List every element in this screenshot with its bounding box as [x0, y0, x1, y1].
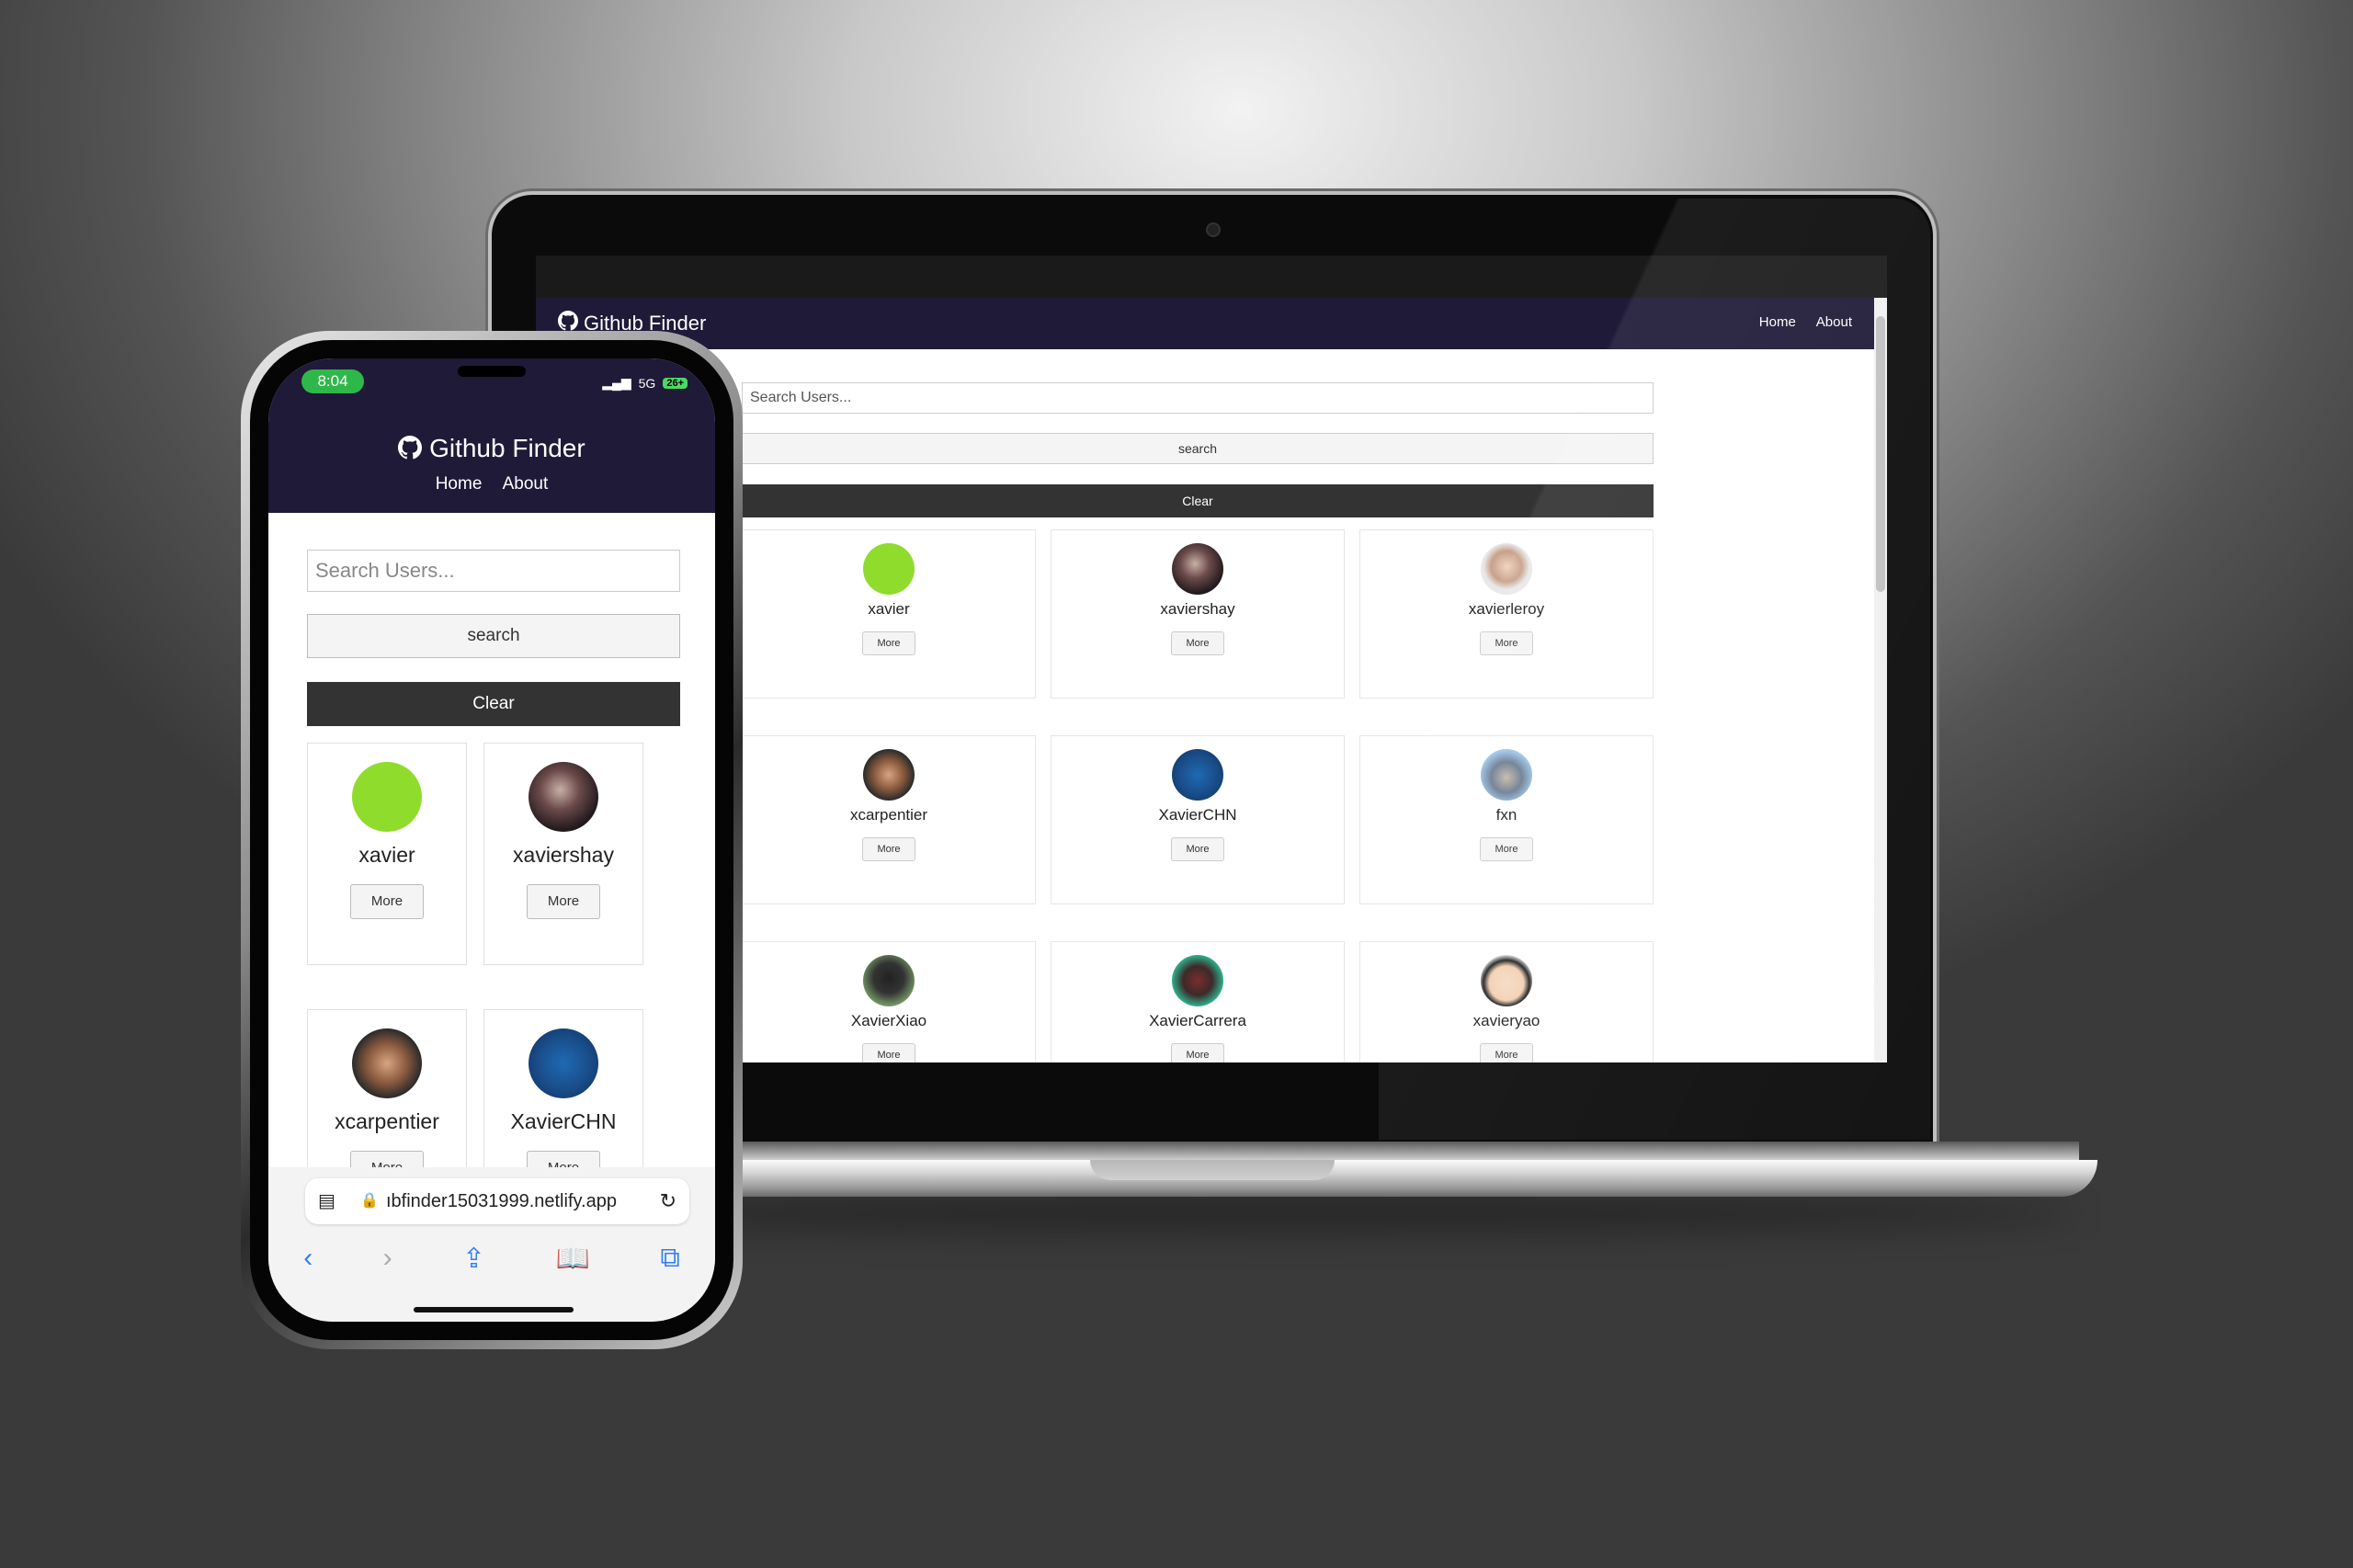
user-login: XavierCarrera [1149, 1012, 1246, 1029]
user-login: fxn [1495, 806, 1518, 824]
nav-home-link[interactable]: Home [1759, 314, 1796, 330]
more-button[interactable]: More [1171, 1043, 1224, 1062]
nav-about-link[interactable]: About [1816, 314, 1852, 330]
user-card: fxn More [1359, 735, 1654, 904]
user-login: XavierXiao [850, 1012, 927, 1029]
avatar [1481, 955, 1532, 1006]
tabs-overview-icon[interactable]: ▤ [318, 1178, 335, 1224]
avatar [1172, 955, 1223, 1006]
user-card: XavierCarrera More [1051, 941, 1345, 1062]
avatar [352, 762, 422, 832]
safari-toolbar: ▤ 🔒 ıbfinder15031999.netlify.app ↻ ‹ › ⇪… [268, 1167, 715, 1322]
user-card: xavier More [742, 529, 1036, 699]
home-indicator [414, 1307, 574, 1312]
phone-screen: 8:04 ▂▄▆ 5G 26+ Github Finder Home About… [268, 358, 715, 1322]
user-card: xavierleroy More [1359, 529, 1654, 699]
navbar: Github Finder Home About [536, 298, 1874, 349]
safari-nav: ‹ › ⇪ 📖 ⧉ [268, 1243, 715, 1275]
more-button[interactable]: More [862, 1043, 915, 1062]
bookmarks-icon[interactable]: 📖 [556, 1243, 590, 1275]
nav-links: Home About [1759, 314, 1852, 330]
laptop-shadow [515, 1195, 2077, 1232]
avatar [1172, 749, 1223, 801]
avatar [863, 543, 915, 595]
avatar [1172, 543, 1223, 595]
more-button[interactable]: More [527, 884, 600, 919]
user-login: xavierleroy [1468, 600, 1545, 618]
more-button[interactable]: More [1171, 837, 1224, 861]
mobile-user-card: xaviershay More [483, 743, 643, 965]
user-login: XavierCHN [510, 1109, 617, 1133]
avatar [1481, 543, 1532, 595]
url-text[interactable]: ıbfinder15031999.netlify.app [386, 1178, 617, 1224]
more-button[interactable]: More [862, 837, 915, 861]
webcam [1206, 222, 1221, 237]
mobile-user-card: xavier More [307, 743, 467, 965]
user-card: XavierXiao More [742, 941, 1036, 1062]
clear-button[interactable]: Clear [742, 484, 1654, 517]
more-button[interactable]: More [1480, 1043, 1533, 1062]
user-card: xavieryao More [1359, 941, 1654, 1062]
user-login: xavieryao [1472, 1012, 1540, 1029]
more-button[interactable]: More [1480, 631, 1533, 655]
more-button[interactable]: More [1171, 631, 1224, 655]
avatar [863, 955, 915, 1006]
tabs-icon[interactable]: ⧉ [660, 1243, 679, 1275]
share-icon[interactable]: ⇪ [462, 1243, 485, 1275]
avatar [529, 762, 598, 832]
address-bar[interactable]: ▤ 🔒 ıbfinder15031999.netlify.app ↻ [305, 1178, 689, 1224]
avatar [529, 1028, 598, 1098]
back-icon[interactable]: ‹ [303, 1243, 313, 1275]
mobile-user-grid: xavierMorexaviershayMorexcarpentierMoreX… [268, 358, 715, 1232]
user-login: xaviershay [1160, 600, 1235, 618]
scroll-thumb[interactable] [1876, 316, 1885, 592]
user-card: xaviershay More [1051, 529, 1345, 699]
user-login: xavier [868, 600, 910, 618]
user-login: xcarpentier [335, 1109, 439, 1133]
avatar [863, 749, 915, 801]
user-login: xcarpentier [849, 806, 928, 824]
browser-bar [536, 256, 1887, 298]
user-login: xavier [358, 843, 415, 867]
scrollbar[interactable] [1874, 298, 1887, 1062]
lock-icon: 🔒 [360, 1193, 379, 1209]
user-card: xcarpentier More [742, 735, 1036, 904]
user-login: XavierCHN [1158, 806, 1237, 824]
avatar [1481, 749, 1532, 801]
forward-icon[interactable]: › [383, 1243, 392, 1275]
search-button[interactable]: search [742, 433, 1654, 464]
more-button[interactable]: More [350, 884, 424, 919]
more-button[interactable]: More [862, 631, 915, 655]
user-login: xaviershay [513, 843, 614, 867]
search-input[interactable]: Search Users... [742, 382, 1654, 414]
laptop-opening-notch [1090, 1160, 1335, 1180]
reload-icon[interactable]: ↻ [660, 1178, 676, 1224]
avatar [352, 1028, 422, 1098]
user-card: XavierCHN More [1051, 735, 1345, 904]
more-button[interactable]: More [1480, 837, 1533, 861]
